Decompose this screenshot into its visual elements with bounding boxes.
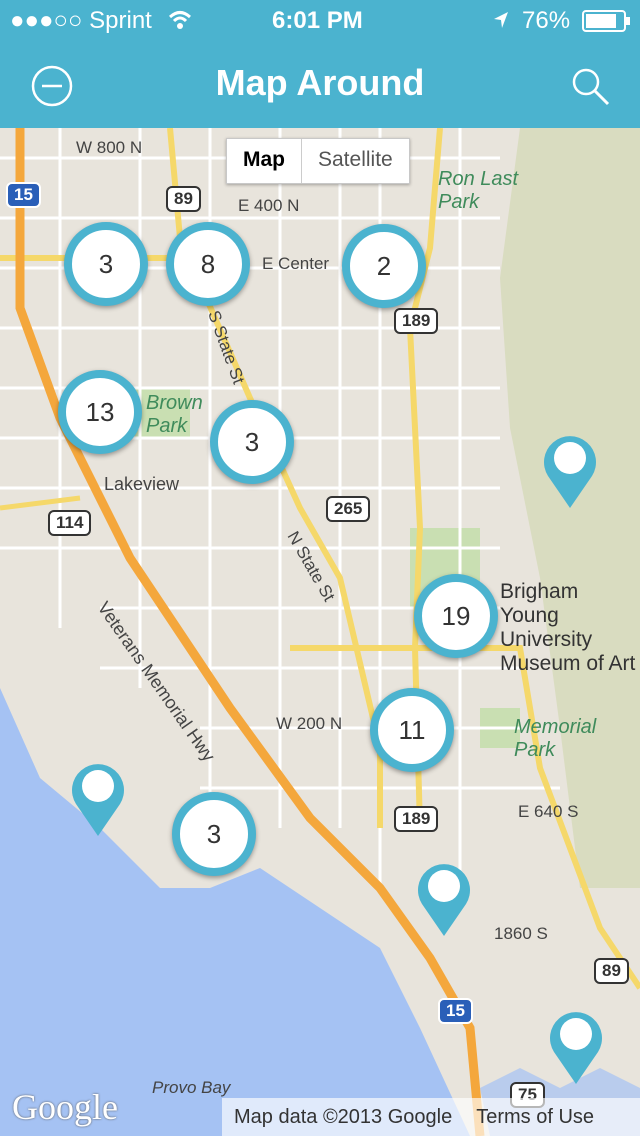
area-label: Provo Bay [152,1078,231,1097]
map-data-label: Map data ©2013 Google [234,1105,453,1128]
highway-shield: 89 [594,958,629,984]
park-label: Memorial Park [514,716,597,761]
map-cluster[interactable]: 3 [210,400,294,484]
map-type-map-button[interactable]: Map [227,139,301,183]
map-pin[interactable] [546,1006,606,1086]
map-cluster[interactable]: 13 [58,370,142,454]
street-label: E Center [262,254,330,273]
highway-shield: 189 [394,308,439,334]
poi-label: Brigham Young University Museum of Art [500,580,636,675]
area-label: Lakeview [104,474,180,494]
map-cluster[interactable]: 19 [414,574,498,658]
highway-shield: 89 [166,186,201,212]
map-attribution: Map data ©2013 Google Terms of Use [222,1098,640,1136]
map-pin[interactable] [414,858,474,938]
highway-shield: 15 [438,998,473,1024]
park-label: Brown Park [146,392,203,437]
battery-label: 76% [522,7,571,34]
terms-link[interactable]: Terms of Use [464,1106,606,1129]
nav-bar: Map Around [0,40,640,128]
carrier-label: ●●●○○ Sprint [10,7,152,34]
battery-icon [582,10,630,32]
park-label: Ron Last Park [438,168,519,213]
map-cluster[interactable]: 2 [342,224,426,308]
map-type-toggle: Map Satellite [226,138,410,184]
street-label: E 400 N [238,196,300,215]
highway-shield: 189 [394,806,439,832]
map-type-satellite-button[interactable]: Satellite [301,139,409,183]
map-cluster[interactable]: 3 [64,222,148,306]
google-logo: Google [12,1087,118,1127]
street-label: 1860 S [494,924,548,943]
map-cluster[interactable]: 3 [172,792,256,876]
map-cluster[interactable]: 8 [166,222,250,306]
highway-shield: 265 [326,496,371,522]
page-title: Map Around [215,62,425,103]
map-pin[interactable] [540,430,600,510]
street-label: W 800 N [76,138,143,157]
search-icon[interactable] [568,64,612,108]
map-cluster[interactable]: 11 [370,688,454,772]
wifi-icon [168,11,192,29]
street-label: W 200 N [276,714,343,733]
time-label: 6:01 PM [272,7,363,34]
highway-shield: 114 [48,510,92,536]
street-label: E 640 S [518,802,579,821]
highway-shield: 15 [6,182,41,208]
map-pin[interactable] [68,758,128,838]
location-arrow-icon [494,12,508,28]
status-bar: ●●●○○ Sprint 6:01 PM 76% [0,0,640,40]
